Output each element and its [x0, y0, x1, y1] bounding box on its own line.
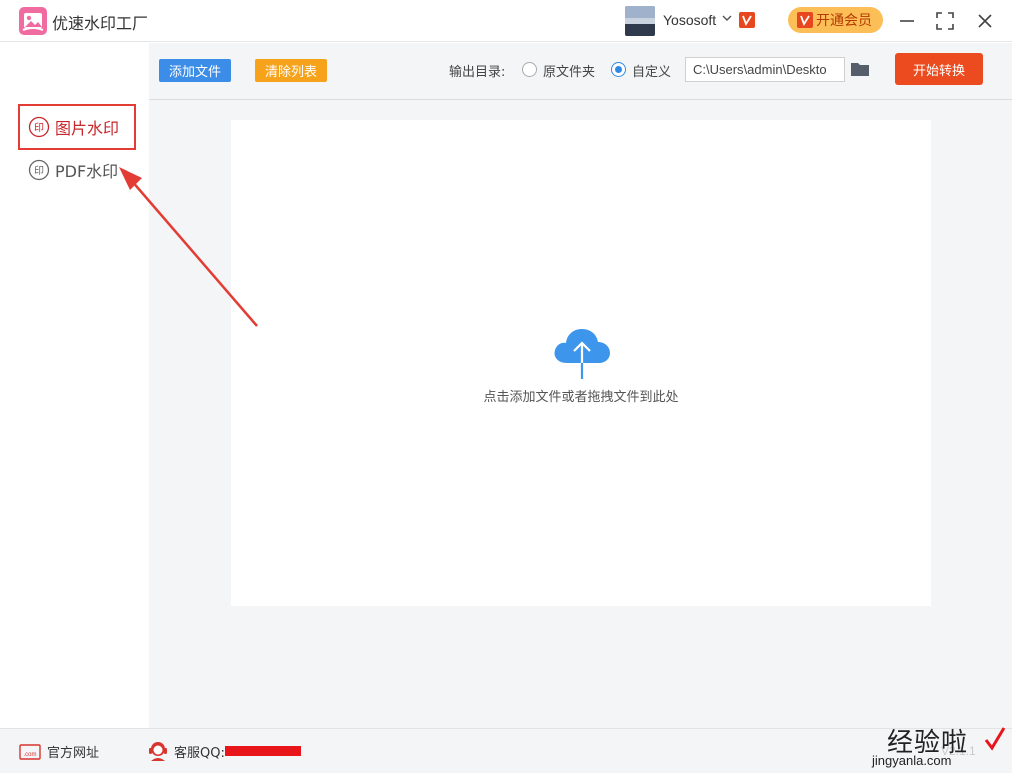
- website-icon: .com: [19, 743, 41, 760]
- highlight-annotation-box: [18, 104, 136, 150]
- support-qq-link[interactable]: 客服QQ:: [147, 739, 301, 763]
- title-bar: 优速水印工厂 Yososoft 开通会员: [0, 0, 1012, 42]
- seal-icon: 印: [28, 159, 50, 181]
- svg-text:印: 印: [34, 165, 44, 177]
- sidebar-item-label: PDF水印: [55, 162, 119, 181]
- support-qq-label: 客服QQ:: [174, 745, 225, 761]
- redacted-qq-number: [224, 746, 301, 756]
- app-title: 优速水印工厂: [52, 14, 149, 33]
- add-file-button[interactable]: 添加文件: [159, 59, 231, 82]
- output-path-field[interactable]: C:\Users\admin\Deskto: [685, 57, 845, 82]
- file-dropzone[interactable]: 点击添加文件或者拖拽文件到此处: [231, 120, 931, 606]
- footer: .com 官方网址 客服QQ: V2.1.1: [0, 728, 1012, 773]
- version-text: V2.1.1: [941, 744, 976, 758]
- clear-list-button[interactable]: 清除列表: [255, 59, 327, 82]
- toolbar: 添加文件 清除列表 输出目录: 原文件夹 自定义 C:\Users\admin\…: [149, 43, 1012, 100]
- cloud-upload-icon: [554, 329, 610, 379]
- dropzone-hint: 点击添加文件或者拖拽文件到此处: [483, 390, 679, 405]
- username[interactable]: Yososoft: [663, 12, 716, 28]
- chevron-down-icon[interactable]: [721, 11, 733, 25]
- maximize-icon[interactable]: [932, 8, 958, 34]
- minimize-icon[interactable]: [894, 8, 920, 34]
- close-icon[interactable]: [972, 8, 998, 34]
- customer-service-icon: [149, 742, 167, 761]
- main-panel: 添加文件 清除列表 输出目录: 原文件夹 自定义 C:\Users\admin\…: [149, 43, 1012, 728]
- vip-upgrade-button[interactable]: 开通会员: [788, 7, 883, 33]
- radio-original-folder[interactable]: [522, 62, 537, 77]
- sidebar-item-pdf-watermark[interactable]: 印 PDF水印: [28, 156, 118, 184]
- folder-icon[interactable]: [850, 60, 870, 78]
- official-site-label: 官方网址: [47, 746, 100, 761]
- app-logo-icon: [19, 7, 47, 35]
- svg-text:.com: .com: [23, 752, 36, 758]
- vip-badge-icon: [739, 12, 755, 28]
- vip-label: 开通会员: [816, 13, 872, 29]
- output-dir-label: 输出目录:: [449, 65, 506, 80]
- start-convert-button[interactable]: 开始转换: [895, 53, 983, 85]
- radio-original-label: 原文件夹: [543, 65, 596, 80]
- vip-icon: [797, 12, 813, 28]
- official-site-link[interactable]: .com 官方网址: [19, 742, 99, 761]
- radio-custom-label: 自定义: [632, 65, 672, 80]
- avatar-image: [625, 6, 655, 36]
- radio-custom-folder[interactable]: [611, 62, 626, 77]
- avatar[interactable]: [625, 6, 655, 36]
